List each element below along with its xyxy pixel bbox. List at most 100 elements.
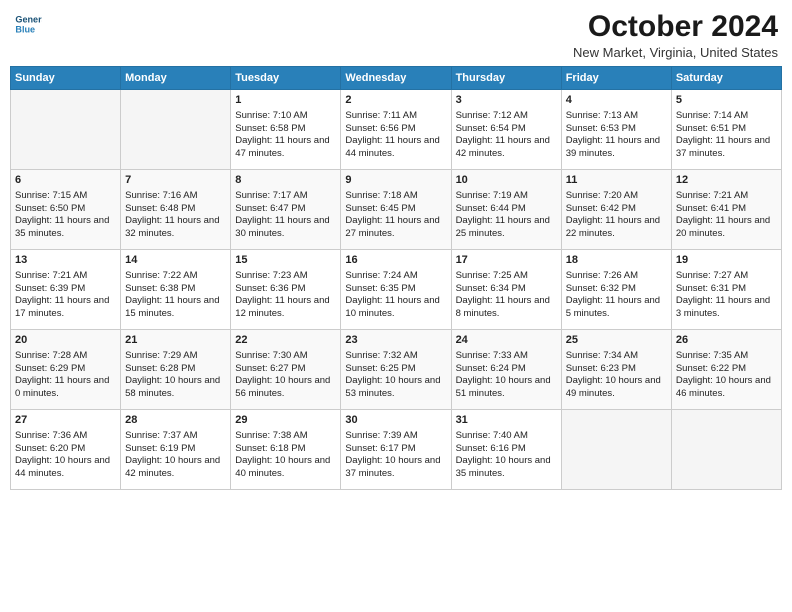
day-number: 1 — [235, 93, 336, 108]
day-info: Sunrise: 7:21 AMSunset: 6:41 PMDaylight:… — [676, 190, 777, 241]
day-info: Sunrise: 7:27 AMSunset: 6:31 PMDaylight:… — [676, 270, 777, 321]
day-number: 18 — [566, 253, 667, 268]
calendar-day: 7Sunrise: 7:16 AMSunset: 6:48 PMDaylight… — [121, 170, 231, 250]
day-info: Sunrise: 7:17 AMSunset: 6:47 PMDaylight:… — [235, 190, 336, 241]
day-info: Sunrise: 7:18 AMSunset: 6:45 PMDaylight:… — [345, 190, 446, 241]
day-info: Sunrise: 7:21 AMSunset: 6:39 PMDaylight:… — [15, 270, 116, 321]
day-number: 26 — [676, 333, 777, 348]
calendar-day: 1 Sunrise: 7:10 AMSunset: 6:58 PMDaylight… — [231, 90, 341, 170]
day-info: Sunrise: 7:14 AMSunset: 6:51 PMDaylight:… — [676, 110, 777, 161]
day-number: 23 — [345, 333, 446, 348]
weekday-header: Thursday — [451, 67, 561, 90]
weekday-header: Tuesday — [231, 67, 341, 90]
day-number: 19 — [676, 253, 777, 268]
day-info: Sunrise: 7:33 AMSunset: 6:24 PMDaylight:… — [456, 350, 557, 401]
day-info: Sunrise: 7:34 AMSunset: 6:23 PMDaylight:… — [566, 350, 667, 401]
calendar-day: 6 Sunrise: 7:15 AMSunset: 6:50 PMDaylight… — [11, 170, 121, 250]
weekday-header: Saturday — [671, 67, 781, 90]
calendar-day: 12Sunrise: 7:21 AMSunset: 6:41 PMDayligh… — [671, 170, 781, 250]
calendar-day — [671, 410, 781, 490]
day-info: Sunrise: 7:32 AMSunset: 6:25 PMDaylight:… — [345, 350, 446, 401]
day-number: 2 — [345, 93, 446, 108]
day-info: Sunrise: 7:19 AMSunset: 6:44 PMDaylight:… — [456, 190, 557, 241]
day-info: Sunrise: 7:11 AMSunset: 6:56 PMDaylight:… — [345, 110, 446, 161]
day-number: 15 — [235, 253, 336, 268]
calendar-day: 28Sunrise: 7:37 AMSunset: 6:19 PMDayligh… — [121, 410, 231, 490]
day-info: Sunrise: 7:23 AMSunset: 6:36 PMDaylight:… — [235, 270, 336, 321]
day-info: Sunrise: 7:36 AMSunset: 6:20 PMDaylight:… — [15, 430, 116, 481]
calendar-day — [561, 410, 671, 490]
day-info: Sunrise: 7:12 AMSunset: 6:54 PMDaylight:… — [456, 110, 557, 161]
day-number: 5 — [676, 93, 777, 108]
day-info: Sunrise: 7:20 AMSunset: 6:42 PMDaylight:… — [566, 190, 667, 241]
calendar-day — [11, 90, 121, 170]
day-info: Sunrise: 7:13 AMSunset: 6:53 PMDaylight:… — [566, 110, 667, 161]
calendar-day: 21Sunrise: 7:29 AMSunset: 6:28 PMDayligh… — [121, 330, 231, 410]
location: New Market, Virginia, United States — [573, 45, 778, 60]
svg-text:General: General — [15, 15, 42, 25]
calendar-day: 3 Sunrise: 7:12 AMSunset: 6:54 PMDaylight… — [451, 90, 561, 170]
calendar-day: 23 Sunrise: 7:32 AMSunset: 6:25 PMDayligh… — [341, 330, 451, 410]
calendar-header: SundayMondayTuesdayWednesdayThursdayFrid… — [11, 67, 782, 90]
calendar-week: 13Sunrise: 7:21 AMSunset: 6:39 PMDayligh… — [11, 250, 782, 330]
calendar-week: 27Sunrise: 7:36 AMSunset: 6:20 PMDayligh… — [11, 410, 782, 490]
weekday-header: Wednesday — [341, 67, 451, 90]
day-number: 4 — [566, 93, 667, 108]
logo-icon: General Blue — [14, 10, 42, 38]
day-number: 25 — [566, 333, 667, 348]
day-info: Sunrise: 7:29 AMSunset: 6:28 PMDaylight:… — [125, 350, 226, 401]
day-number: 29 — [235, 413, 336, 428]
calendar-day — [121, 90, 231, 170]
calendar-day: 18 Sunrise: 7:26 AMSunset: 6:32 PMDayligh… — [561, 250, 671, 330]
calendar-table: SundayMondayTuesdayWednesdayThursdayFrid… — [10, 66, 782, 490]
calendar-day: 17 Sunrise: 7:25 AMSunset: 6:34 PMDayligh… — [451, 250, 561, 330]
calendar-day: 11Sunrise: 7:20 AMSunset: 6:42 PMDayligh… — [561, 170, 671, 250]
day-info: Sunrise: 7:35 AMSunset: 6:22 PMDaylight:… — [676, 350, 777, 401]
calendar-day: 20 Sunrise: 7:28 AMSunset: 6:29 PMDayligh… — [11, 330, 121, 410]
day-number: 16 — [345, 253, 446, 268]
day-number: 17 — [456, 253, 557, 268]
day-info: Sunrise: 7:15 AMSunset: 6:50 PMDaylight:… — [15, 190, 116, 241]
calendar-day: 8 Sunrise: 7:17 AMSunset: 6:47 PMDaylight… — [231, 170, 341, 250]
calendar-day: 27Sunrise: 7:36 AMSunset: 6:20 PMDayligh… — [11, 410, 121, 490]
day-info: Sunrise: 7:26 AMSunset: 6:32 PMDaylight:… — [566, 270, 667, 321]
calendar-day: 5 Sunrise: 7:14 AMSunset: 6:51 PMDaylight… — [671, 90, 781, 170]
calendar-day: 29 Sunrise: 7:38 AMSunset: 6:18 PMDayligh… — [231, 410, 341, 490]
calendar-day: 22 Sunrise: 7:30 AMSunset: 6:27 PMDayligh… — [231, 330, 341, 410]
day-number: 8 — [235, 173, 336, 188]
day-number: 24 — [456, 333, 557, 348]
day-info: Sunrise: 7:10 AMSunset: 6:58 PMDaylight:… — [235, 110, 336, 161]
day-number: 20 — [15, 333, 116, 348]
calendar-day: 30Sunrise: 7:39 AMSunset: 6:17 PMDayligh… — [341, 410, 451, 490]
calendar-day: 26 Sunrise: 7:35 AMSunset: 6:22 PMDayligh… — [671, 330, 781, 410]
day-number: 22 — [235, 333, 336, 348]
calendar-day: 19 Sunrise: 7:27 AMSunset: 6:31 PMDayligh… — [671, 250, 781, 330]
day-info: Sunrise: 7:38 AMSunset: 6:18 PMDaylight:… — [235, 430, 336, 481]
calendar-day: 9Sunrise: 7:18 AMSunset: 6:45 PMDaylight… — [341, 170, 451, 250]
day-info: Sunrise: 7:39 AMSunset: 6:17 PMDaylight:… — [345, 430, 446, 481]
day-info: Sunrise: 7:28 AMSunset: 6:29 PMDaylight:… — [15, 350, 116, 401]
day-info: Sunrise: 7:30 AMSunset: 6:27 PMDaylight:… — [235, 350, 336, 401]
day-info: Sunrise: 7:16 AMSunset: 6:48 PMDaylight:… — [125, 190, 226, 241]
month-title: October 2024 — [573, 10, 778, 43]
day-info: Sunrise: 7:22 AMSunset: 6:38 PMDaylight:… — [125, 270, 226, 321]
calendar-day: 25 Sunrise: 7:34 AMSunset: 6:23 PMDayligh… — [561, 330, 671, 410]
svg-text:Blue: Blue — [15, 24, 35, 34]
calendar-day: 14Sunrise: 7:22 AMSunset: 6:38 PMDayligh… — [121, 250, 231, 330]
logo: General Blue — [14, 10, 42, 38]
calendar-week: 1 Sunrise: 7:10 AMSunset: 6:58 PMDaylight… — [11, 90, 782, 170]
calendar-day: 15 Sunrise: 7:23 AMSunset: 6:36 PMDayligh… — [231, 250, 341, 330]
calendar-week: 20 Sunrise: 7:28 AMSunset: 6:29 PMDayligh… — [11, 330, 782, 410]
day-number: 6 — [15, 173, 116, 188]
day-number: 31 — [456, 413, 557, 428]
weekday-row: SundayMondayTuesdayWednesdayThursdayFrid… — [11, 67, 782, 90]
title-block: October 2024 New Market, Virginia, Unite… — [573, 10, 778, 60]
page-header: General Blue October 2024 New Market, Vi… — [10, 10, 782, 60]
day-info: Sunrise: 7:25 AMSunset: 6:34 PMDaylight:… — [456, 270, 557, 321]
day-number: 28 — [125, 413, 226, 428]
day-info: Sunrise: 7:24 AMSunset: 6:35 PMDaylight:… — [345, 270, 446, 321]
weekday-header: Friday — [561, 67, 671, 90]
calendar-day: 4 Sunrise: 7:13 AMSunset: 6:53 PMDaylight… — [561, 90, 671, 170]
day-number: 3 — [456, 93, 557, 108]
weekday-header: Monday — [121, 67, 231, 90]
